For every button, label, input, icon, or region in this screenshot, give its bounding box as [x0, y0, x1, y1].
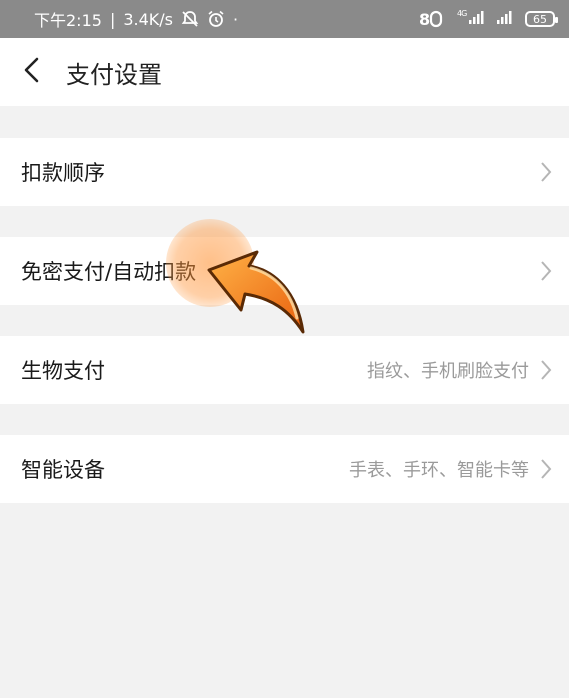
alarm-icon	[207, 10, 225, 28]
status-separator: |	[109, 9, 116, 29]
row-smart-devices[interactable]: 智能设备 手表、手环、智能卡等	[0, 435, 569, 503]
row-label: 生物支付	[21, 359, 105, 383]
chevron-right-icon	[539, 160, 553, 184]
signal-4g-icon: 4G	[457, 8, 487, 30]
status-time: 下午2:15	[34, 11, 102, 30]
row-value: 指纹、手机刷脸支付	[367, 361, 529, 382]
page-title: 支付设置	[66, 60, 162, 89]
status-dot: ·	[233, 9, 239, 29]
row-label: 免密支付/自动扣款	[21, 260, 197, 284]
status-speed: 3.4K/s	[123, 9, 173, 29]
bell-off-icon	[181, 10, 199, 28]
chevron-right-icon	[539, 259, 553, 283]
status-bar-left: 下午2:15 | 3.4K/s ·	[34, 7, 238, 31]
back-button[interactable]	[2, 38, 62, 106]
chevron-right-icon	[539, 457, 553, 481]
battery-level: 65	[533, 12, 547, 26]
row-biometric-payment[interactable]: 生物支付 指纹、手机刷脸支付	[0, 336, 569, 404]
row-deduction-order[interactable]: 扣款顺序	[0, 138, 569, 206]
hd-icon: 8	[419, 10, 449, 28]
row-password-free-payment[interactable]: 免密支付/自动扣款	[0, 237, 569, 305]
network-type-label: 4G	[457, 9, 467, 18]
row-value: 手表、手环、智能卡等	[349, 460, 529, 481]
signal-icon	[495, 8, 517, 30]
row-label: 扣款顺序	[21, 161, 105, 185]
chevron-right-icon	[539, 358, 553, 382]
status-bar: 下午2:15 | 3.4K/s · 8 4G 65	[0, 0, 569, 38]
battery-icon: 65	[525, 11, 558, 27]
page-header: 支付设置	[0, 38, 569, 106]
back-arrow-icon	[22, 56, 42, 88]
row-label: 智能设备	[21, 458, 105, 482]
status-bar-right: 8 4G 65	[419, 8, 558, 30]
svg-text:8: 8	[419, 10, 430, 28]
